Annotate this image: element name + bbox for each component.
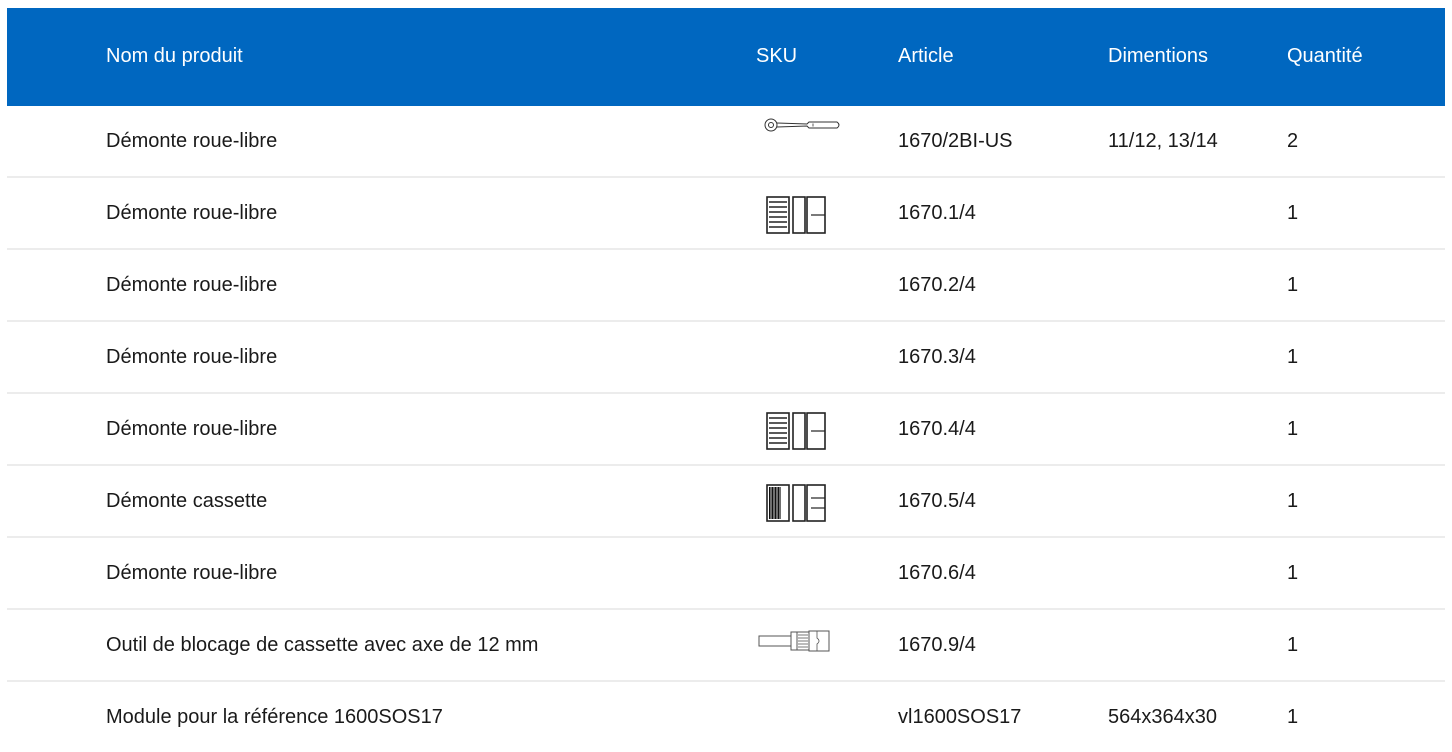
freewheel-remover-icon bbox=[766, 196, 826, 234]
quantity: 2 bbox=[1287, 130, 1299, 152]
table-row: Outil de blocage de cassette avec axe de… bbox=[7, 610, 1445, 682]
article: vl1600SOS17 bbox=[898, 706, 1022, 728]
quantity: 1 bbox=[1287, 346, 1299, 368]
header-name: Nom du produit bbox=[106, 45, 243, 67]
quantity: 1 bbox=[1287, 706, 1299, 728]
table-row: Démonte roue-libre 1670.3/4 1 bbox=[7, 322, 1445, 394]
product-name: Démonte roue-libre bbox=[106, 274, 278, 296]
header-quantity: Quantité bbox=[1287, 45, 1363, 67]
product-name: Outil de blocage de cassette avec axe de… bbox=[106, 634, 539, 656]
header-sku: SKU bbox=[756, 45, 798, 67]
article: 1670.1/4 bbox=[898, 202, 976, 224]
product-table: Nom du produit SKU Article Dimentions Qu… bbox=[7, 8, 1445, 752]
product-name: Module pour la référence 1600SOS17 bbox=[106, 706, 443, 728]
table-row: Démonte roue-libre 1670.6/4 1 bbox=[7, 538, 1445, 610]
dimensions: 564x364x30 bbox=[1108, 706, 1217, 728]
header-article: Article bbox=[898, 45, 954, 67]
quantity: 1 bbox=[1287, 490, 1299, 512]
article: 1670.5/4 bbox=[898, 490, 976, 512]
quantity: 1 bbox=[1287, 634, 1299, 656]
product-name: Démonte roue-libre bbox=[106, 202, 278, 224]
table-row: Module pour la référence 1600SOS17 vl160… bbox=[7, 682, 1445, 752]
product-name: Démonte cassette bbox=[106, 490, 268, 512]
article: 1670.4/4 bbox=[898, 418, 976, 440]
cassette-remover-icon bbox=[766, 484, 826, 522]
ratchet-handle-icon bbox=[764, 118, 840, 132]
product-name: Démonte roue-libre bbox=[106, 130, 278, 152]
article: 1670.2/4 bbox=[898, 274, 976, 296]
table-row: Démonte roue-libre 1670.4/4 1 bbox=[7, 394, 1445, 466]
table-row: Démonte roue-libre 1670/2BI-US 11/12, 13… bbox=[7, 106, 1445, 178]
cassette-lockring-tool-icon bbox=[758, 630, 830, 652]
quantity: 1 bbox=[1287, 202, 1299, 224]
table-row: Démonte roue-libre 1670.2/4 1 bbox=[7, 250, 1445, 322]
freewheel-remover-icon bbox=[766, 412, 826, 450]
table-row: Démonte roue-libre 1670.1/4 1 bbox=[7, 178, 1445, 250]
quantity: 1 bbox=[1287, 418, 1299, 440]
article: 1670.6/4 bbox=[898, 562, 976, 584]
product-name: Démonte roue-libre bbox=[106, 418, 278, 440]
header-dimensions: Dimentions bbox=[1108, 45, 1209, 67]
product-name: Démonte roue-libre bbox=[106, 562, 278, 584]
article: 1670.9/4 bbox=[898, 634, 976, 656]
product-name: Démonte roue-libre bbox=[106, 346, 278, 368]
article: 1670/2BI-US bbox=[898, 130, 1013, 152]
table-header: Nom du produit SKU Article Dimentions Qu… bbox=[7, 8, 1445, 106]
quantity: 1 bbox=[1287, 562, 1299, 584]
table-row: Démonte cassette 1670.5/4 1 bbox=[7, 466, 1445, 538]
dimensions: 11/12, 13/14 bbox=[1108, 130, 1218, 152]
article: 1670.3/4 bbox=[898, 346, 976, 368]
quantity: 1 bbox=[1287, 274, 1299, 296]
